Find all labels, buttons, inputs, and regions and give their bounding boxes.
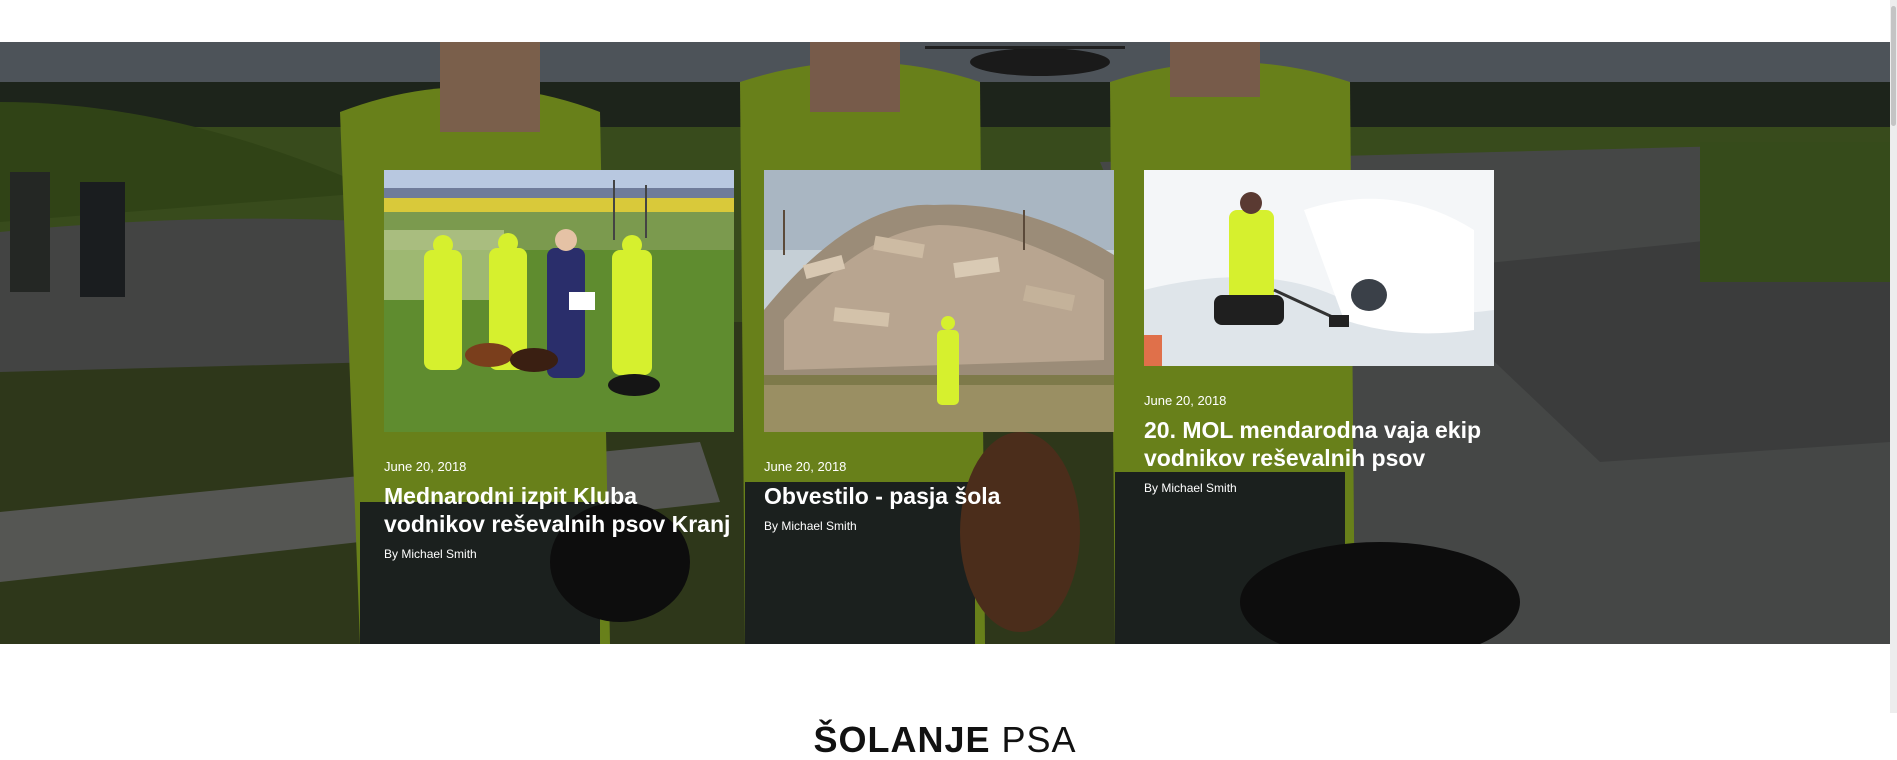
page-scrollbar[interactable]: [1890, 0, 1897, 713]
section-heading: ŠOLANJE PSA: [0, 718, 1890, 760]
author-prefix: By: [384, 547, 399, 561]
post-author-line: By Michael Smith: [1144, 481, 1494, 496]
scrollbar-thumb[interactable]: [1891, 6, 1896, 126]
author-prefix: By: [1144, 481, 1159, 495]
section-heading-light: PSA: [1001, 718, 1077, 760]
news-hero-section: June 20, 2018 Mednarodni izpit Kluba vod…: [0, 42, 1890, 644]
author-link[interactable]: Michael Smith: [781, 519, 856, 533]
post-thumbnail[interactable]: [384, 170, 734, 432]
post-thumbnail[interactable]: [1144, 170, 1494, 366]
section-heading-bold: ŠOLANJE: [813, 718, 991, 760]
post-title-link[interactable]: Obvestilo - pasja šola: [764, 482, 1114, 510]
post-title-link[interactable]: Mednarodni izpit Kluba vodnikov reševaln…: [384, 482, 734, 538]
post-card: June 20, 2018 20. MOL mendarodna vaja ek…: [1144, 170, 1494, 496]
rubble-pile-image: [764, 170, 1114, 432]
author-link[interactable]: Michael Smith: [1161, 481, 1236, 495]
post-card: June 20, 2018 Mednarodni izpit Kluba vod…: [384, 170, 734, 562]
post-date: June 20, 2018: [384, 459, 467, 474]
top-blank-area: [0, 0, 1890, 42]
snow-cave-image: [1144, 170, 1494, 366]
author-prefix: By: [764, 519, 779, 533]
post-date: June 20, 2018: [1144, 393, 1227, 408]
post-card: June 20, 2018 Obvestilo - pasja šola By …: [764, 170, 1114, 534]
post-author-line: By Michael Smith: [764, 519, 1114, 534]
post-author-line: By Michael Smith: [384, 547, 734, 562]
post-title-link[interactable]: 20. MOL mendarodna vaja ekip vodnikov re…: [1144, 416, 1494, 472]
author-link[interactable]: Michael Smith: [401, 547, 476, 561]
post-date: June 20, 2018: [764, 459, 847, 474]
team-photo-image: [384, 170, 734, 432]
post-thumbnail[interactable]: [764, 170, 1114, 432]
